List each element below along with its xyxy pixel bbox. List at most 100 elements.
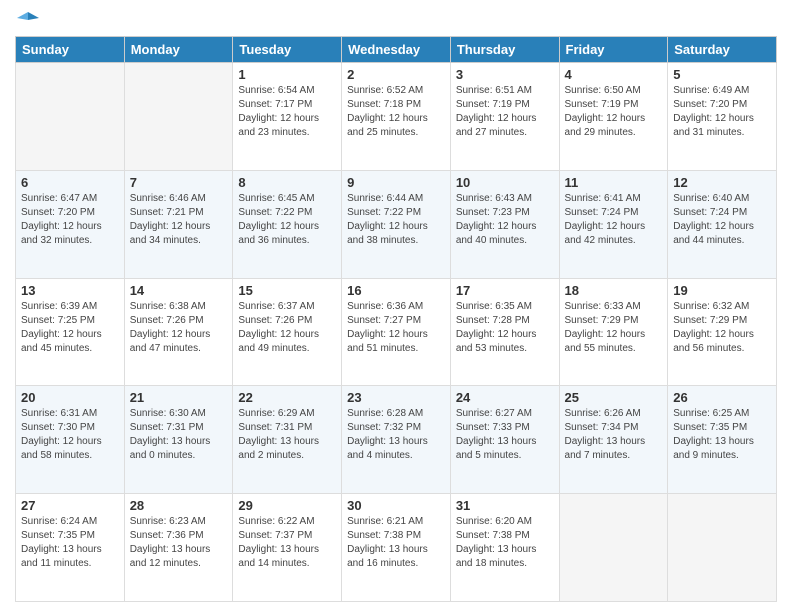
table-row: 12 Sunrise: 6:40 AM Sunset: 7:24 PM Dayli… — [668, 170, 777, 278]
day-number: 8 — [238, 175, 336, 190]
day-info: Sunrise: 6:33 AM Sunset: 7:29 PM Dayligh… — [565, 300, 663, 356]
day-number: 26 — [673, 390, 771, 405]
day-info: Sunrise: 6:23 AM Sunset: 7:36 PM Dayligh… — [130, 515, 228, 571]
calendar-week-row: 6 Sunrise: 6:47 AM Sunset: 7:20 PM Daylig… — [16, 170, 777, 278]
day-info: Sunrise: 6:46 AM Sunset: 7:21 PM Dayligh… — [130, 192, 228, 248]
table-row: 14 Sunrise: 6:38 AM Sunset: 7:26 PM Dayli… — [124, 278, 233, 386]
table-row: 5 Sunrise: 6:49 AM Sunset: 7:20 PM Daylig… — [668, 63, 777, 171]
col-friday: Friday — [559, 37, 668, 63]
day-number: 21 — [130, 390, 228, 405]
col-sunday: Sunday — [16, 37, 125, 63]
table-row: 9Sunrise: 6:44 AM Sunset: 7:22 PM Daylig… — [342, 170, 451, 278]
day-number: 18 — [565, 283, 663, 298]
day-info: Sunrise: 6:38 AM Sunset: 7:26 PM Dayligh… — [130, 300, 228, 356]
day-info: Sunrise: 6:32 AM Sunset: 7:29 PM Dayligh… — [673, 300, 771, 356]
table-row: 6 Sunrise: 6:47 AM Sunset: 7:20 PM Daylig… — [16, 170, 125, 278]
day-info: Sunrise: 6:31 AM Sunset: 7:30 PM Dayligh… — [21, 407, 119, 463]
day-info: Sunrise: 6:28 AM Sunset: 7:32 PM Dayligh… — [347, 407, 445, 463]
table-row: 11 Sunrise: 6:41 AM Sunset: 7:24 PM Dayli… — [559, 170, 668, 278]
day-info: Sunrise: 6:43 AM Sunset: 7:23 PM Dayligh… — [456, 192, 554, 248]
day-info: Sunrise: 6:45 AM Sunset: 7:22 PM Dayligh… — [238, 192, 336, 248]
day-info: Sunrise: 6:41 AM Sunset: 7:24 PM Dayligh… — [565, 192, 663, 248]
calendar-week-row: 27 Sunrise: 6:24 AM Sunset: 7:35 PM Dayli… — [16, 494, 777, 602]
day-number: 4 — [565, 67, 663, 82]
day-number: 15 — [238, 283, 336, 298]
table-row: 19 Sunrise: 6:32 AM Sunset: 7:29 PM Dayli… — [668, 278, 777, 386]
day-number: 10 — [456, 175, 554, 190]
day-number: 5 — [673, 67, 771, 82]
day-number: 22 — [238, 390, 336, 405]
table-row: 1 Sunrise: 6:54 AM Sunset: 7:17 PM Daylig… — [233, 63, 342, 171]
table-row: 4 Sunrise: 6:50 AM Sunset: 7:19 PM Daylig… — [559, 63, 668, 171]
day-info: Sunrise: 6:27 AM Sunset: 7:33 PM Dayligh… — [456, 407, 554, 463]
day-number: 6 — [21, 175, 119, 190]
col-tuesday: Tuesday — [233, 37, 342, 63]
table-row: 23 Sunrise: 6:28 AM Sunset: 7:32 PM Dayli… — [342, 386, 451, 494]
table-row: 29Sunrise: 6:22 AM Sunset: 7:37 PM Dayli… — [233, 494, 342, 602]
day-info: Sunrise: 6:39 AM Sunset: 7:25 PM Dayligh… — [21, 300, 119, 356]
day-number: 9 — [347, 175, 445, 190]
logo — [15, 10, 39, 30]
day-info: Sunrise: 6:54 AM Sunset: 7:17 PM Dayligh… — [238, 84, 336, 140]
table-row — [559, 494, 668, 602]
col-monday: Monday — [124, 37, 233, 63]
day-info: Sunrise: 6:21 AM Sunset: 7:38 PM Dayligh… — [347, 515, 445, 571]
calendar-week-row: 20 Sunrise: 6:31 AM Sunset: 7:30 PM Dayli… — [16, 386, 777, 494]
calendar-week-row: 13 Sunrise: 6:39 AM Sunset: 7:25 PM Dayli… — [16, 278, 777, 386]
day-number: 2 — [347, 67, 445, 82]
day-info: Sunrise: 6:26 AM Sunset: 7:34 PM Dayligh… — [565, 407, 663, 463]
table-row: 7Sunrise: 6:46 AM Sunset: 7:21 PM Daylig… — [124, 170, 233, 278]
day-number: 1 — [238, 67, 336, 82]
calendar-table: Sunday Monday Tuesday Wednesday Thursday… — [15, 36, 777, 602]
day-number: 16 — [347, 283, 445, 298]
table-row: 31 Sunrise: 6:20 AM Sunset: 7:38 PM Dayli… — [450, 494, 559, 602]
table-row: 24Sunrise: 6:27 AM Sunset: 7:33 PM Dayli… — [450, 386, 559, 494]
day-info: Sunrise: 6:20 AM Sunset: 7:38 PM Dayligh… — [456, 515, 554, 571]
day-info: Sunrise: 6:49 AM Sunset: 7:20 PM Dayligh… — [673, 84, 771, 140]
table-row: 26Sunrise: 6:25 AM Sunset: 7:35 PM Dayli… — [668, 386, 777, 494]
day-info: Sunrise: 6:47 AM Sunset: 7:20 PM Dayligh… — [21, 192, 119, 248]
table-row — [124, 63, 233, 171]
table-row: 28Sunrise: 6:23 AM Sunset: 7:36 PM Dayli… — [124, 494, 233, 602]
table-row — [16, 63, 125, 171]
table-row — [668, 494, 777, 602]
day-number: 3 — [456, 67, 554, 82]
table-row: 3 Sunrise: 6:51 AM Sunset: 7:19 PM Daylig… — [450, 63, 559, 171]
day-info: Sunrise: 6:51 AM Sunset: 7:19 PM Dayligh… — [456, 84, 554, 140]
table-row: 27 Sunrise: 6:24 AM Sunset: 7:35 PM Dayli… — [16, 494, 125, 602]
table-row: 21Sunrise: 6:30 AM Sunset: 7:31 PM Dayli… — [124, 386, 233, 494]
day-number: 23 — [347, 390, 445, 405]
day-number: 17 — [456, 283, 554, 298]
table-row: 2 Sunrise: 6:52 AM Sunset: 7:18 PM Daylig… — [342, 63, 451, 171]
table-row: 30 Sunrise: 6:21 AM Sunset: 7:38 PM Dayli… — [342, 494, 451, 602]
table-row: 16 Sunrise: 6:36 AM Sunset: 7:27 PM Dayli… — [342, 278, 451, 386]
day-info: Sunrise: 6:35 AM Sunset: 7:28 PM Dayligh… — [456, 300, 554, 356]
day-info: Sunrise: 6:50 AM Sunset: 7:19 PM Dayligh… — [565, 84, 663, 140]
col-wednesday: Wednesday — [342, 37, 451, 63]
day-number: 30 — [347, 498, 445, 513]
table-row: 25Sunrise: 6:26 AM Sunset: 7:34 PM Dayli… — [559, 386, 668, 494]
day-number: 29 — [238, 498, 336, 513]
day-info: Sunrise: 6:37 AM Sunset: 7:26 PM Dayligh… — [238, 300, 336, 356]
logo-bird-icon — [17, 8, 39, 30]
day-info: Sunrise: 6:40 AM Sunset: 7:24 PM Dayligh… — [673, 192, 771, 248]
day-info: Sunrise: 6:24 AM Sunset: 7:35 PM Dayligh… — [21, 515, 119, 571]
table-row: 22 Sunrise: 6:29 AM Sunset: 7:31 PM Dayli… — [233, 386, 342, 494]
table-row: 13 Sunrise: 6:39 AM Sunset: 7:25 PM Dayli… — [16, 278, 125, 386]
day-number: 27 — [21, 498, 119, 513]
day-number: 13 — [21, 283, 119, 298]
day-info: Sunrise: 6:36 AM Sunset: 7:27 PM Dayligh… — [347, 300, 445, 356]
day-number: 20 — [21, 390, 119, 405]
day-number: 31 — [456, 498, 554, 513]
col-saturday: Saturday — [668, 37, 777, 63]
calendar-week-row: 1 Sunrise: 6:54 AM Sunset: 7:17 PM Daylig… — [16, 63, 777, 171]
day-info: Sunrise: 6:29 AM Sunset: 7:31 PM Dayligh… — [238, 407, 336, 463]
col-thursday: Thursday — [450, 37, 559, 63]
header — [15, 10, 777, 30]
day-number: 12 — [673, 175, 771, 190]
day-number: 19 — [673, 283, 771, 298]
day-number: 14 — [130, 283, 228, 298]
day-number: 11 — [565, 175, 663, 190]
day-info: Sunrise: 6:52 AM Sunset: 7:18 PM Dayligh… — [347, 84, 445, 140]
table-row: 10 Sunrise: 6:43 AM Sunset: 7:23 PM Dayli… — [450, 170, 559, 278]
